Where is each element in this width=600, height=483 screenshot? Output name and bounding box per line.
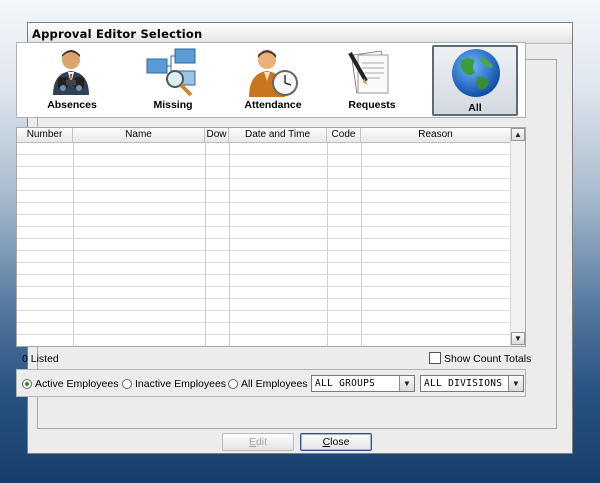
attendance-button[interactable]: Attendance [231, 46, 315, 114]
globe-icon [452, 49, 500, 97]
scroll-down-arrow-icon[interactable]: ▼ [511, 332, 525, 345]
row-divider [17, 166, 510, 167]
table-scrollbar[interactable]: ▲ ▼ [510, 128, 525, 346]
groups-select-value: ALL GROUPS [315, 378, 376, 389]
row-divider [17, 298, 510, 299]
document-pen-icon [348, 50, 389, 94]
divisions-select-value: ALL DIVISIONS [424, 378, 503, 389]
groups-select[interactable]: ALL GROUPS ▼ [311, 375, 415, 392]
row-divider [17, 238, 510, 239]
edit-button[interactable]: Edit [222, 433, 294, 451]
row-divider [17, 250, 510, 251]
row-divider [17, 190, 510, 191]
active-employees-label: Active Employees [35, 378, 119, 390]
row-divider [17, 322, 510, 323]
column-header-date-time[interactable]: Date and Time [229, 128, 327, 142]
edit-access-key: E [248, 436, 256, 448]
column-header-code[interactable]: Code [327, 128, 361, 142]
close-button[interactable]: Close [300, 433, 372, 451]
missing-button[interactable]: Missing [131, 46, 215, 114]
all-label: All [468, 102, 482, 114]
missing-label: Missing [153, 99, 193, 111]
all-employees-radio[interactable]: All Employees [228, 378, 308, 390]
chevron-down-icon[interactable]: ▼ [508, 376, 523, 391]
row-divider [17, 202, 510, 203]
row-divider [17, 226, 510, 227]
row-divider [17, 154, 510, 155]
category-toolbar: Absences Missing Attendance Requests All [16, 42, 526, 118]
row-divider [17, 334, 510, 335]
listed-count: 0 Listed [22, 353, 59, 365]
inactive-employees-radio[interactable]: Inactive Employees [122, 378, 226, 390]
column-divider [205, 143, 206, 346]
radio-icon[interactable] [122, 379, 132, 389]
column-header-name[interactable]: Name [73, 128, 205, 142]
row-divider [17, 310, 510, 311]
employee-filters: Active Employees Inactive Employees All … [16, 369, 526, 397]
column-divider [361, 143, 362, 346]
checkbox-icon[interactable] [429, 352, 441, 364]
approvals-table: Number Name Dow Date and Time Code Reaso… [16, 127, 526, 347]
requests-button[interactable]: Requests [330, 46, 414, 114]
edit-label: dit [255, 436, 268, 448]
divisions-select[interactable]: ALL DIVISIONS ▼ [420, 375, 524, 392]
all-employees-label: All Employees [241, 378, 308, 390]
inactive-employees-label: Inactive Employees [135, 378, 227, 390]
row-divider [17, 214, 510, 215]
column-divider [73, 143, 74, 346]
missing-search-icon [146, 48, 196, 97]
column-divider [229, 143, 230, 346]
scroll-up-arrow-icon[interactable]: ▲ [511, 128, 525, 141]
radio-icon[interactable] [228, 379, 238, 389]
requests-label: Requests [348, 99, 396, 111]
absences-label: Absences [47, 99, 97, 111]
column-header-dow[interactable]: Dow [205, 128, 229, 142]
column-divider [327, 143, 328, 346]
column-header-number[interactable]: Number [17, 128, 73, 142]
table-body[interactable] [17, 143, 510, 346]
column-header-reason[interactable]: Reason [361, 128, 510, 142]
show-count-totals-label: Show Count Totals [444, 353, 532, 365]
title-bar[interactable]: Approval Editor Selection [28, 23, 572, 44]
row-divider [17, 286, 510, 287]
table-header: Number Name Dow Date and Time Code Reaso… [17, 128, 510, 143]
attendance-label: Attendance [244, 99, 302, 111]
person-clock-icon [249, 50, 298, 97]
radio-selected-icon[interactable] [22, 379, 32, 389]
window-title: Approval Editor Selection [32, 27, 203, 41]
row-divider [17, 262, 510, 263]
row-divider [17, 274, 510, 275]
chevron-down-icon[interactable]: ▼ [399, 376, 414, 391]
row-divider [17, 178, 510, 179]
close-label: lose [330, 436, 350, 448]
show-count-totals-checkbox[interactable]: Show Count Totals [429, 352, 531, 365]
active-employees-radio[interactable]: Active Employees [22, 378, 118, 390]
absences-button[interactable]: Absences [30, 46, 114, 114]
person-binoculars-icon [53, 50, 89, 95]
all-button[interactable]: All [432, 45, 518, 116]
